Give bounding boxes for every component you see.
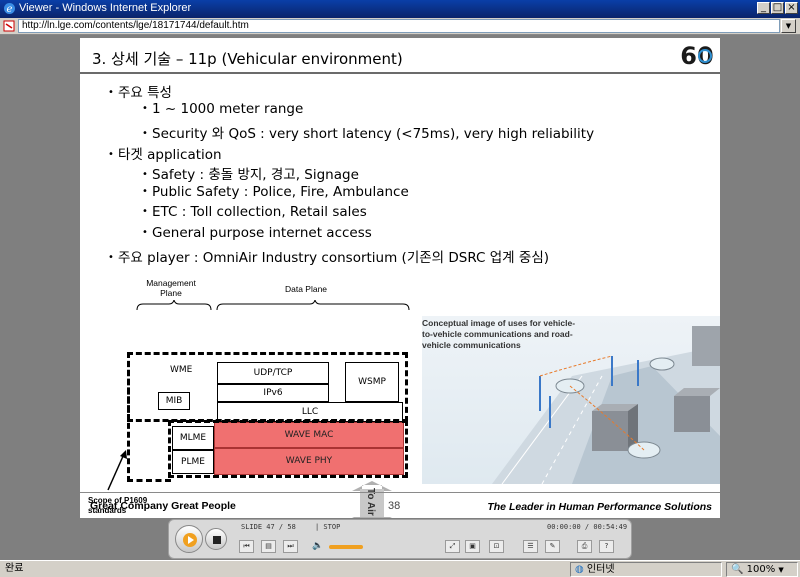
bullet-item: • ETC : Toll collection, Retail sales <box>142 204 367 220</box>
close-button[interactable]: × <box>785 2 798 14</box>
volume-slider[interactable] <box>329 545 363 549</box>
window-title: Viewer - Windows Internet Explorer <box>19 2 192 14</box>
outline-button[interactable]: ☰ <box>523 540 538 553</box>
first-slide-button[interactable]: ⏮ <box>239 540 254 553</box>
svg-text:e: e <box>7 4 13 15</box>
wave-protocol-stack-diagram: Management Plane Data Plane WAVE MAC WAV… <box>80 276 720 518</box>
url-dropdown-arrow-icon[interactable]: ▼ <box>781 19 796 33</box>
scope-arrow-icon <box>107 450 127 491</box>
title-divider <box>80 72 720 74</box>
minimize-button[interactable]: _ <box>757 2 770 14</box>
page-icon <box>3 20 15 32</box>
plane-braces <box>136 300 410 311</box>
internet-explorer-icon: e <box>4 3 15 15</box>
slide-list-button[interactable]: ▤ <box>261 540 276 553</box>
playback-state: | STOP <box>315 523 341 531</box>
fullscreen-button[interactable]: ▣ <box>465 540 480 553</box>
stop-button[interactable] <box>205 528 227 550</box>
maximize-button[interactable]: □ <box>771 2 784 14</box>
status-bar: 완료 ◍ 인터넷 🔍 100% ▼ <box>0 560 800 577</box>
zoom-control[interactable]: 🔍 100% ▼ <box>726 562 798 577</box>
footer-divider <box>80 492 720 493</box>
bullet-item: • Public Safety : Police, Fire, Ambulance <box>142 184 409 200</box>
print-button[interactable]: ⎙ <box>577 540 592 553</box>
zoom-dropdown-icon[interactable]: ▼ <box>778 566 783 574</box>
address-bar: http://ln.lge.com/contents/lge/18171744/… <box>0 18 800 35</box>
bullet-item: • 주요 player : OmniAir Industry consortium… <box>108 250 550 266</box>
zoom-level: 100% <box>746 564 776 575</box>
management-plane-label: Management Plane <box>146 278 196 298</box>
footer-slogan: Great Company Great People <box>90 500 236 512</box>
lower-layers-dashed-boundary <box>168 420 408 478</box>
bullet-item: • Security 와 QoS : very short latency (<7… <box>142 126 595 142</box>
v2v-concept-image: Conceptual image of uses for vehicle-to-… <box>422 316 720 484</box>
next-slide-button[interactable]: ⏭ <box>283 540 298 553</box>
status-text: 완료 <box>5 563 24 574</box>
logo-text: 60 <box>680 42 713 68</box>
footer-tagline: The Leader in Human Performance Solution… <box>487 501 712 513</box>
zone-label: 인터넷 <box>586 564 615 575</box>
60th-anniversary-logo: 60 <box>680 42 713 68</box>
notes-button[interactable]: ✎ <box>545 540 560 553</box>
url-field[interactable]: http://ln.lge.com/contents/lge/18171744/… <box>18 19 780 33</box>
zoom-icon: 🔍 <box>731 564 744 575</box>
bullet-item: • Safety : 충돌 방지, 경고, Signage <box>142 167 359 183</box>
slide: 3. 상세 기술 – 11p (Vehicular environment) 6… <box>80 38 720 518</box>
play-icon <box>183 533 197 547</box>
slide-counter: SLIDE 47 / 58 <box>241 523 296 531</box>
bullet-item: • General purpose internet access <box>142 225 372 241</box>
zoom-button[interactable]: ⊡ <box>489 540 504 553</box>
page-number: 38 <box>388 500 401 512</box>
to-air-label: To Air <box>365 488 376 516</box>
slide-player-controls: SLIDE 47 / 58 | STOP 00:00:00 / 00:54:49… <box>168 519 632 559</box>
security-zone: ◍ 인터넷 <box>570 562 722 577</box>
stop-icon <box>213 536 221 544</box>
play-button[interactable] <box>175 525 203 553</box>
window-title-bar: e Viewer - Windows Internet Explorer _ □… <box>0 0 800 18</box>
bullet-item: • 타겟 application <box>108 147 222 163</box>
slide-title: 3. 상세 기술 – 11p (Vehicular environment) <box>92 50 403 68</box>
globe-icon: ◍ <box>575 564 584 575</box>
fit-window-button[interactable]: ⤢ <box>445 540 460 553</box>
bullet-item: • 1 ~ 1000 meter range <box>142 101 304 117</box>
playback-time: 00:00:00 / 00:54:49 <box>547 523 628 531</box>
data-plane-label: Data Plane <box>284 284 328 294</box>
bullet-item: • 주요 특성 <box>108 85 172 101</box>
help-button[interactable]: ? <box>599 540 614 553</box>
volume-icon[interactable]: 🔈 <box>312 540 324 552</box>
road-illustration <box>492 326 720 484</box>
